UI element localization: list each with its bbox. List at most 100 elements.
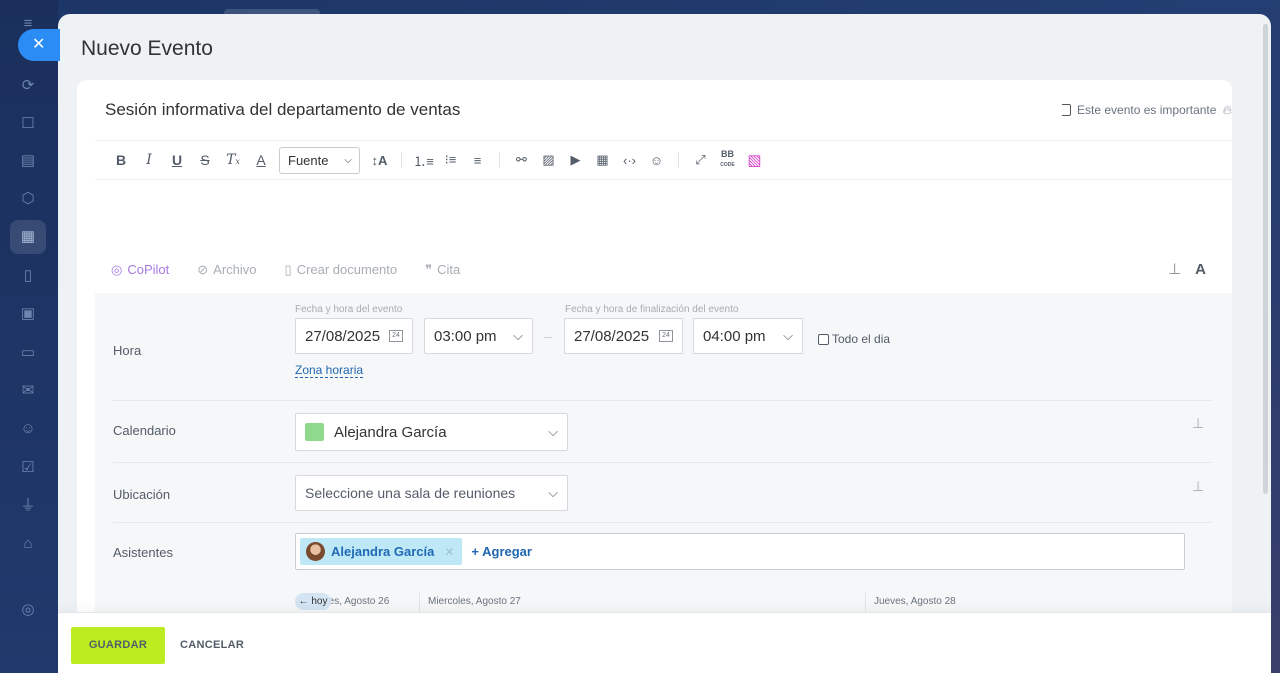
sidebar-mail-icon[interactable]: ✉ bbox=[18, 381, 38, 401]
sidebar-inbox-icon[interactable]: ⌂ bbox=[18, 534, 38, 554]
align-icon[interactable]: ≡ bbox=[464, 153, 491, 168]
event-editor-card: Sesión informativa del departamento de v… bbox=[77, 80, 1232, 640]
numbered-list-icon[interactable]: ⒈≡ bbox=[410, 151, 437, 170]
day-separator bbox=[419, 593, 420, 613]
chevron-down-icon: ⌵ bbox=[548, 424, 558, 439]
start-time-select[interactable]: 03:00 pm ⌵ bbox=[424, 318, 533, 354]
schedule-strip: artes, Agosto 26 Miercoles, Agosto 27 Ju… bbox=[295, 593, 1195, 613]
bold-icon[interactable]: B bbox=[107, 152, 135, 168]
sidebar-activity-icon[interactable]: ⟳ bbox=[18, 76, 38, 96]
strikethrough-icon[interactable]: S bbox=[191, 152, 219, 168]
link-icon[interactable]: ⚯ bbox=[508, 152, 535, 168]
sidebar-workgroups-icon[interactable]: ⬡ bbox=[18, 189, 38, 209]
add-attendee-link[interactable]: + Agregar bbox=[471, 544, 532, 559]
copilot-label: CoPilot bbox=[127, 262, 170, 277]
remove-icon[interactable]: ✕ bbox=[444, 545, 454, 559]
clear-format-icon[interactable]: Tx bbox=[219, 152, 247, 168]
sidebar-contacts-icon[interactable]: ☺ bbox=[18, 419, 38, 439]
toolbar-separator bbox=[678, 152, 679, 168]
end-caption: Fecha y hora de finalización del evento bbox=[565, 304, 739, 315]
copilot-button[interactable]: ◎ CoPilot bbox=[111, 262, 169, 278]
calendar-select[interactable]: Alejandra García ⌵ bbox=[295, 413, 568, 451]
formatting-toggle-icon[interactable]: A bbox=[1195, 261, 1206, 278]
sidebar-tasks-icon[interactable]: ☑ bbox=[18, 458, 38, 478]
attendees-field[interactable]: Alejandra García ✕ + Agregar bbox=[295, 533, 1185, 570]
end-date-field[interactable]: 27/08/2025 24 bbox=[564, 318, 683, 354]
ai-image-icon[interactable]: ▧ bbox=[741, 151, 768, 169]
quote-button[interactable]: ❞ Cita bbox=[425, 262, 460, 278]
end-time-select[interactable]: 04:00 pm ⌵ bbox=[693, 318, 803, 354]
create-document-button[interactable]: ▯ Crear documento bbox=[285, 262, 398, 278]
page-title: Nuevo Evento bbox=[81, 37, 213, 60]
event-name-input[interactable]: Sesión informativa del departamento de v… bbox=[105, 100, 460, 120]
attendee-name: Alejandra García bbox=[331, 544, 435, 559]
italic-icon[interactable]: I bbox=[135, 152, 163, 168]
close-icon: ✕ bbox=[32, 36, 46, 53]
day-label: Jueves, Agosto 28 bbox=[874, 596, 956, 607]
attendees-label: Asistentes bbox=[113, 545, 173, 560]
location-select[interactable]: Seleccione una sala de reuniones ⌵ bbox=[295, 475, 568, 511]
day-separator bbox=[865, 593, 866, 613]
start-time-value: 03:00 pm bbox=[434, 327, 497, 345]
sidebar-docs-icon[interactable]: ▯ bbox=[18, 266, 38, 286]
quote-icon: ❞ bbox=[425, 262, 433, 277]
sidebar-boards-icon[interactable]: ▣ bbox=[18, 304, 38, 324]
all-day-checkbox[interactable] bbox=[818, 333, 829, 345]
text-color-icon[interactable]: A bbox=[247, 152, 275, 168]
fullscreen-icon[interactable]: ⤢ bbox=[687, 152, 714, 168]
paperclip-icon: ⊘ bbox=[197, 262, 209, 277]
close-button[interactable]: ✕ bbox=[18, 29, 60, 61]
code-icon[interactable]: ‹·› bbox=[616, 153, 643, 168]
start-date-value: 27/08/2025 bbox=[305, 327, 381, 345]
underline-icon[interactable]: U bbox=[163, 152, 191, 168]
divider bbox=[95, 140, 1232, 141]
sidebar-calendar-icon[interactable]: ▦ bbox=[10, 220, 46, 254]
save-button[interactable]: GUARDAR bbox=[71, 627, 165, 664]
location-placeholder: Seleccione una sala de reuniones bbox=[305, 485, 516, 501]
flame-icon: 🔥︎ bbox=[1222, 102, 1232, 117]
table-icon[interactable]: ▦ bbox=[589, 152, 616, 168]
attachments-bar: ◎ CoPilot ⊘ Archivo ▯ Crear documento ❞ Cita bbox=[111, 262, 460, 278]
timezone-link[interactable]: Zona horaria bbox=[295, 363, 364, 378]
font-select[interactable]: Fuente ⌵ bbox=[279, 146, 360, 174]
start-date-field[interactable]: 27/08/2025 24 bbox=[295, 318, 413, 354]
video-icon[interactable]: ▶ bbox=[562, 152, 589, 168]
important-checkbox[interactable] bbox=[1062, 104, 1072, 116]
all-day-toggle[interactable]: Todo el dia bbox=[818, 332, 890, 346]
bbcode-sub: CODE bbox=[720, 162, 735, 168]
toolbar-separator bbox=[401, 152, 402, 168]
emoji-icon[interactable]: ☺ bbox=[643, 153, 670, 168]
app-sidebar: ≡ ⟳ ☐ ▤ ⬡ ▦ ▯ ▣ ▭ ✉ ☺ ☑ ⏚ ⌂ ◎ bbox=[0, 0, 58, 673]
sidebar-chat-icon[interactable]: ☐ bbox=[18, 114, 38, 134]
location-label: Ubicación bbox=[113, 487, 171, 502]
sidebar-crm-icon[interactable]: ▭ bbox=[18, 343, 38, 363]
bbcode-icon[interactable]: BB CODE bbox=[714, 150, 741, 170]
cancel-button[interactable]: CANCELAR bbox=[180, 627, 244, 664]
pin-icon[interactable]: ⊥ bbox=[1192, 415, 1204, 432]
pin-icon[interactable]: ⊥ bbox=[1168, 260, 1181, 278]
bullet-list-icon[interactable]: ⁝≡ bbox=[437, 152, 464, 168]
event-slider-panel: Nuevo Evento Sesión informativa del depa… bbox=[58, 14, 1271, 673]
sidebar-filter-icon[interactable]: ⏚ bbox=[18, 496, 38, 516]
bbcode-label: BB bbox=[721, 149, 734, 159]
sidebar-feed-icon[interactable]: ▤ bbox=[18, 151, 38, 171]
attendee-chip[interactable]: Alejandra García ✕ bbox=[300, 538, 463, 565]
document-icon: ▯ bbox=[284, 262, 292, 277]
sidebar-settings-icon[interactable]: ◎ bbox=[18, 600, 38, 620]
toolbar-separator bbox=[499, 152, 500, 168]
today-button[interactable]: ← hoy bbox=[295, 593, 331, 610]
font-size-icon[interactable]: ↕A bbox=[366, 153, 393, 168]
divider bbox=[113, 400, 1212, 401]
scrollbar[interactable] bbox=[1263, 24, 1268, 494]
avatar bbox=[306, 542, 325, 561]
divider bbox=[113, 462, 1212, 463]
image-icon[interactable]: ▨ bbox=[535, 152, 562, 168]
file-button[interactable]: ⊘ Archivo bbox=[197, 262, 256, 278]
calendar-value: Alejandra García bbox=[334, 423, 447, 441]
chevron-down-icon: ⌵ bbox=[513, 328, 523, 343]
pin-icon[interactable]: ⊥ bbox=[1192, 478, 1204, 495]
chevron-down-icon: ⌵ bbox=[344, 154, 352, 166]
important-toggle[interactable]: Este evento es importante 🔥︎ bbox=[1062, 102, 1232, 118]
time-label: Hora bbox=[113, 343, 142, 358]
all-day-label: Todo el dia bbox=[832, 332, 891, 346]
